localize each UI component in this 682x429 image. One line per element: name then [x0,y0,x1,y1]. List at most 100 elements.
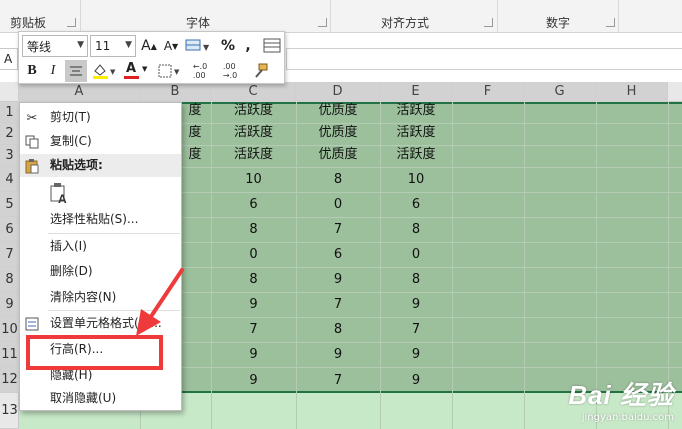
cell-e10[interactable]: 7 [380,318,452,342]
paste-option-button[interactable]: A [20,179,181,209]
clipboard-launcher-icon[interactable] [67,18,76,27]
cell-c6[interactable]: 8 [211,218,296,242]
row-header-12[interactable]: 12 [0,367,19,393]
format-cells-icon [24,316,40,332]
menu-item-delete[interactable]: 删除(D) [20,260,181,283]
center-align-button[interactable] [65,60,87,82]
fill-color-button[interactable]: ▼ [90,61,118,81]
cell-e3[interactable]: 活跃度 [380,143,452,167]
menu-separator [48,310,180,311]
cell-e5[interactable]: 6 [380,193,452,217]
menu-item-clear-contents[interactable]: 清除内容(N) [20,286,181,309]
cell-c2[interactable]: 活跃度 [211,121,296,145]
cell-d5[interactable]: 0 [296,193,380,217]
svg-text:A: A [58,192,67,205]
cell-b3[interactable]: 度 [180,143,210,167]
shrink-font-icon: A [163,39,173,53]
cell-c4[interactable]: 10 [211,168,296,192]
row-header-5[interactable]: 5 [0,192,19,217]
grow-font-button[interactable]: A ▲ [140,36,158,56]
cell-style-button[interactable]: ▼ [183,36,211,56]
column-header-a[interactable]: A [19,82,140,102]
cell-c11[interactable]: 9 [211,343,296,367]
cell-e2[interactable]: 活跃度 [380,121,452,145]
watermark-url: jingyan.baidu.com [581,412,674,423]
row-header-1[interactable]: 1 [0,102,19,123]
borders-button[interactable]: ▼ [157,61,185,81]
formula-input[interactable] [286,48,682,70]
select-all-corner[interactable] [0,82,19,102]
row-header-10[interactable]: 10 [0,317,19,342]
ribbon-separator [618,0,619,33]
row-header-11[interactable]: 11 [0,342,19,367]
font-color-button[interactable]: A ▼ [122,61,150,81]
font-launcher-icon[interactable] [318,18,327,27]
format-table-button[interactable] [262,36,282,56]
row-header-7[interactable]: 7 [0,242,19,267]
font-size-combo[interactable]: 11 ▼ [90,35,136,57]
menu-item-insert[interactable]: 插入(I) [20,235,181,258]
bold-button[interactable]: B [23,61,41,81]
cell-d8[interactable]: 9 [296,268,380,292]
cell-d4[interactable]: 8 [296,168,380,192]
cell-e11[interactable]: 9 [380,343,452,367]
cell-b1[interactable]: 度 [180,99,210,123]
table-icon [263,38,281,53]
cell-c7[interactable]: 0 [211,243,296,267]
name-box[interactable]: A [0,48,18,70]
row-header-13[interactable]: 13 [0,393,19,429]
cell-e7[interactable]: 0 [380,243,452,267]
cell-e1[interactable]: 活跃度 [380,99,452,123]
cell-c3[interactable]: 活跃度 [211,143,296,167]
increase-decimal-button[interactable]: ←.0 .00 [187,60,213,82]
cell-d10[interactable]: 8 [296,318,380,342]
cell-c10[interactable]: 7 [211,318,296,342]
menu-item-unhide[interactable]: 取消隐藏(U) [20,387,181,410]
cell-e4[interactable]: 10 [380,168,452,192]
cell-e9[interactable]: 9 [380,293,452,317]
menu-item-label: 插入(I) [50,239,87,253]
menu-item-format-cells[interactable]: 设置单元格格式(F)... [20,312,181,335]
cell-d1[interactable]: 优质度 [296,99,380,123]
shrink-font-button[interactable]: A ▼ [162,36,180,56]
menu-item-copy[interactable]: 复制(C) [20,130,181,153]
menu-item-paste-special[interactable]: 选择性粘贴(S)... [20,208,181,231]
cell-c9[interactable]: 9 [211,293,296,317]
cell-d3[interactable]: 优质度 [296,143,380,167]
watermark-logo: Bai 经验 [568,380,674,410]
cell-d11[interactable]: 9 [296,343,380,367]
cell-d7[interactable]: 6 [296,243,380,267]
column-header-g[interactable]: G [524,82,596,102]
cell-d2[interactable]: 优质度 [296,121,380,145]
percent-style-button[interactable]: % [219,36,237,56]
cell-c5[interactable]: 6 [211,193,296,217]
cell-e6[interactable]: 8 [380,218,452,242]
cell-e8[interactable]: 8 [380,268,452,292]
cell-b2[interactable]: 度 [180,121,210,145]
row-header-8[interactable]: 8 [0,267,19,292]
alignment-launcher-icon[interactable] [484,18,493,27]
menu-item-cut[interactable]: ✂ 剪切(T) [20,106,181,129]
group-font-label: 字体 [186,16,211,30]
cell-c1[interactable]: 活跃度 [211,99,296,123]
number-launcher-icon[interactable] [606,18,615,27]
column-header-h[interactable]: H [596,82,668,102]
row-header-2[interactable]: 2 [0,123,19,145]
row-header-4[interactable]: 4 [0,167,19,192]
font-color-swatch [124,76,139,79]
row-header-9[interactable]: 9 [0,292,19,317]
cell-e12[interactable]: 9 [380,369,452,393]
decrease-decimal-button[interactable]: .00 →.0 [217,60,243,82]
cell-d12[interactable]: 7 [296,369,380,393]
italic-button[interactable]: I [44,61,62,81]
row-header-3[interactable]: 3 [0,145,19,167]
column-header-f[interactable]: F [452,82,524,102]
cell-c12[interactable]: 9 [211,369,296,393]
comma-style-button[interactable]: , [241,36,255,56]
cell-d9[interactable]: 7 [296,293,380,317]
font-name-combo[interactable]: 等线 ▼ [22,35,88,57]
cell-c8[interactable]: 8 [211,268,296,292]
cell-d6[interactable]: 7 [296,218,380,242]
format-painter-button[interactable] [249,61,271,81]
row-header-6[interactable]: 6 [0,217,19,242]
